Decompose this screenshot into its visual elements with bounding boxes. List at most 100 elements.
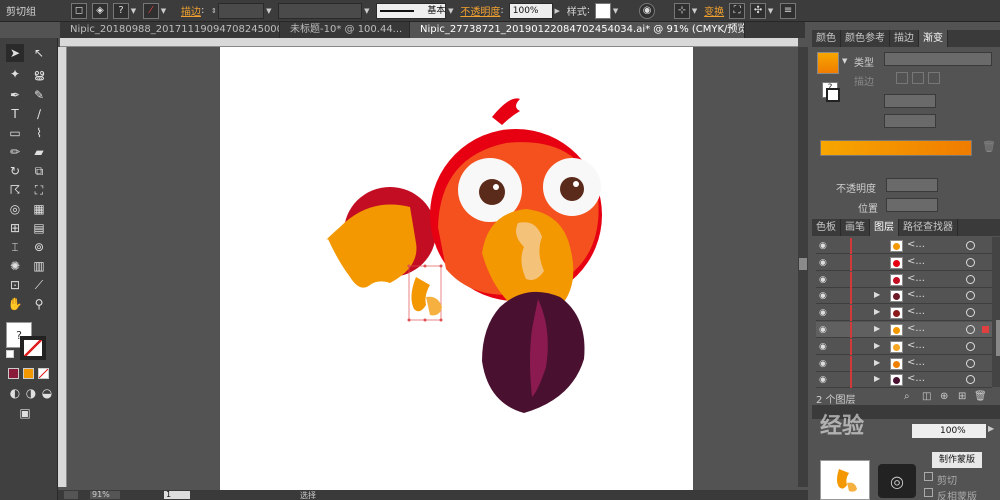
tab-pathfinder[interactable]: 路径查找器 [899,219,958,236]
new-sublayer-icon[interactable]: ⊕ [940,391,948,402]
eyedropper-tool-icon[interactable]: ⌶ [6,238,24,256]
graph-tool-icon[interactable]: ▥ [30,257,48,275]
free-transform-tool-icon[interactable]: ⛶ [30,181,48,199]
layer-row[interactable]: ◉ <... [816,271,992,288]
expand-triangle-icon[interactable]: ▶ [874,307,880,316]
clip-checkbox[interactable] [924,472,933,481]
aspect-ratio-field[interactable] [884,114,936,128]
locate-object-icon[interactable]: ⌕ [904,391,910,402]
chevron-down-icon[interactable]: ▼ [842,57,847,65]
expand-triangle-icon[interactable]: ▶ [874,374,880,383]
artboard-number-field[interactable]: 1 [164,491,190,499]
opacity-field[interactable]: 100% ▶ [508,2,562,20]
zoom-field[interactable]: 91% [90,491,120,499]
no-stroke-icon[interactable] [826,88,840,102]
fill-swatch[interactable]: ? ▼ [113,2,138,20]
eye-icon[interactable]: ◉ [819,359,829,369]
tab-brushes[interactable]: 画笔 [841,219,870,236]
eraser-tool-icon[interactable]: ▰ [30,143,48,161]
screen-mode-icon[interactable]: ▣ [16,404,34,422]
tab-color-guide[interactable]: 颜色参考 [841,30,890,47]
layer-row[interactable]: ◉ ▶ <... [816,322,992,338]
layer-row[interactable]: ◉ <... [816,254,992,271]
eye-icon[interactable]: ◉ [819,291,829,301]
tab-swatches[interactable]: 色板 [812,219,841,236]
hand-tool-icon[interactable]: ✋ [6,295,24,313]
default-colors-icon[interactable] [6,350,14,358]
object-thumbnail[interactable] [820,460,870,500]
tab-document-3[interactable]: Nipic_27738721_20190122084702454034.ai* … [410,22,745,38]
artboard-nav-icon[interactable] [64,491,78,499]
direct-selection-tool-icon[interactable]: ↖ [30,44,48,62]
mesh-tool-icon[interactable]: ⊞ [6,219,24,237]
magic-wand-tool-icon[interactable]: ✦ [6,65,24,83]
stroke-gradient-option-3[interactable] [928,72,940,84]
line-tool-icon[interactable]: ∕ [30,105,48,123]
tab-stroke[interactable]: 描边 [890,30,919,47]
scale-tool-icon[interactable]: ⧉ [30,162,48,180]
target-circle-icon[interactable] [966,291,975,301]
tab-document-1[interactable]: Nipic_20180988_20171119094708245000.ai* [60,22,280,38]
color-mode-button[interactable] [8,368,19,379]
target-circle-icon[interactable] [966,375,975,385]
layer-row[interactable]: ◉ <... [816,238,992,254]
brush-dropdown[interactable]: 基本 ▼ [376,2,455,20]
target-circle-icon[interactable] [966,274,975,284]
curvature-tool-icon[interactable]: ✎ [30,86,48,104]
transform-link[interactable]: 变换 [704,2,724,20]
transform-bounds-button[interactable]: ⛶ [729,2,746,20]
selection-tool-icon[interactable]: ➤ [6,44,24,62]
artboard-tool-icon[interactable]: ⊡ [6,276,24,294]
symbol-sprayer-tool-icon[interactable]: ✺ [6,257,24,275]
expand-triangle-icon[interactable]: ▶ [874,358,880,367]
rectangle-tool-icon[interactable]: ▭ [6,124,24,142]
rotate-tool-icon[interactable]: ↻ [6,162,24,180]
new-layer-icon[interactable]: ⊞ [958,391,966,402]
type-tool-icon[interactable]: T [6,105,24,123]
stroke-gradient-option[interactable] [896,72,908,84]
pencil-tool-icon[interactable]: ✏ [6,143,24,161]
artboard[interactable] [220,47,693,490]
isolate-button[interactable]: ◈ [92,2,108,20]
tab-layers[interactable]: 图层 [870,219,899,236]
gradient-preview-swatch[interactable] [817,52,839,74]
layer-row[interactable]: ◉ ▶ <... [816,372,992,389]
zoom-tool-icon[interactable]: ⚲ [30,295,48,313]
eye-icon[interactable]: ◉ [819,325,829,335]
draw-inside-icon[interactable]: ◒ [38,384,56,402]
layers-scrollbar-thumb[interactable] [996,320,1000,356]
pen-tool-icon[interactable]: ✒ [6,86,24,104]
gradient-mode-button[interactable] [23,368,34,379]
target-circle-icon[interactable] [966,341,975,351]
make-mask-button[interactable]: 制作蒙版 [932,452,982,468]
make-clipping-mask-icon[interactable]: ◫ [922,391,931,402]
eye-icon[interactable]: ◉ [819,275,829,285]
align-button[interactable]: ⊹ ▼ [674,2,699,20]
none-mode-button[interactable] [38,368,49,379]
layer-row[interactable]: ◉ ▶ <... [816,355,992,372]
delete-layer-icon[interactable]: 🗑 [974,391,987,402]
warp-tool-icon[interactable]: ☈ [6,181,24,199]
eye-icon[interactable]: ◉ [819,342,829,352]
stroke-color-swatch[interactable] [20,336,46,360]
expand-triangle-icon[interactable]: ▶ [874,290,880,299]
blend-tool-icon[interactable]: ⊚ [30,238,48,256]
gradient-tool-icon[interactable]: ▤ [30,219,48,237]
gradient-type-dropdown[interactable] [884,52,992,66]
eye-icon[interactable]: ◉ [819,258,829,268]
recolor-button[interactable]: ◉ [639,2,656,20]
flip-button[interactable]: ✣ ▼ [750,2,775,20]
target-circle-icon[interactable] [966,257,975,267]
gradient-position-field[interactable] [886,198,938,212]
scrollbar-thumb[interactable] [799,258,807,270]
panel-menu-button[interactable]: ≡ [780,2,797,20]
stroke-link[interactable]: 描边: [181,2,204,20]
tab-gradient[interactable]: 渐变 [919,30,948,47]
align-to-selection-button[interactable]: ◻ [71,2,87,20]
target-circle-icon[interactable] [966,308,975,318]
slice-tool-icon[interactable]: ⟋ [30,276,48,294]
expand-triangle-icon[interactable]: ▶ [874,324,880,333]
shape-builder-tool-icon[interactable]: ◎ [6,200,24,218]
gradient-slider[interactable] [820,140,972,156]
variable-width-dropdown[interactable]: ▼ [278,2,371,20]
